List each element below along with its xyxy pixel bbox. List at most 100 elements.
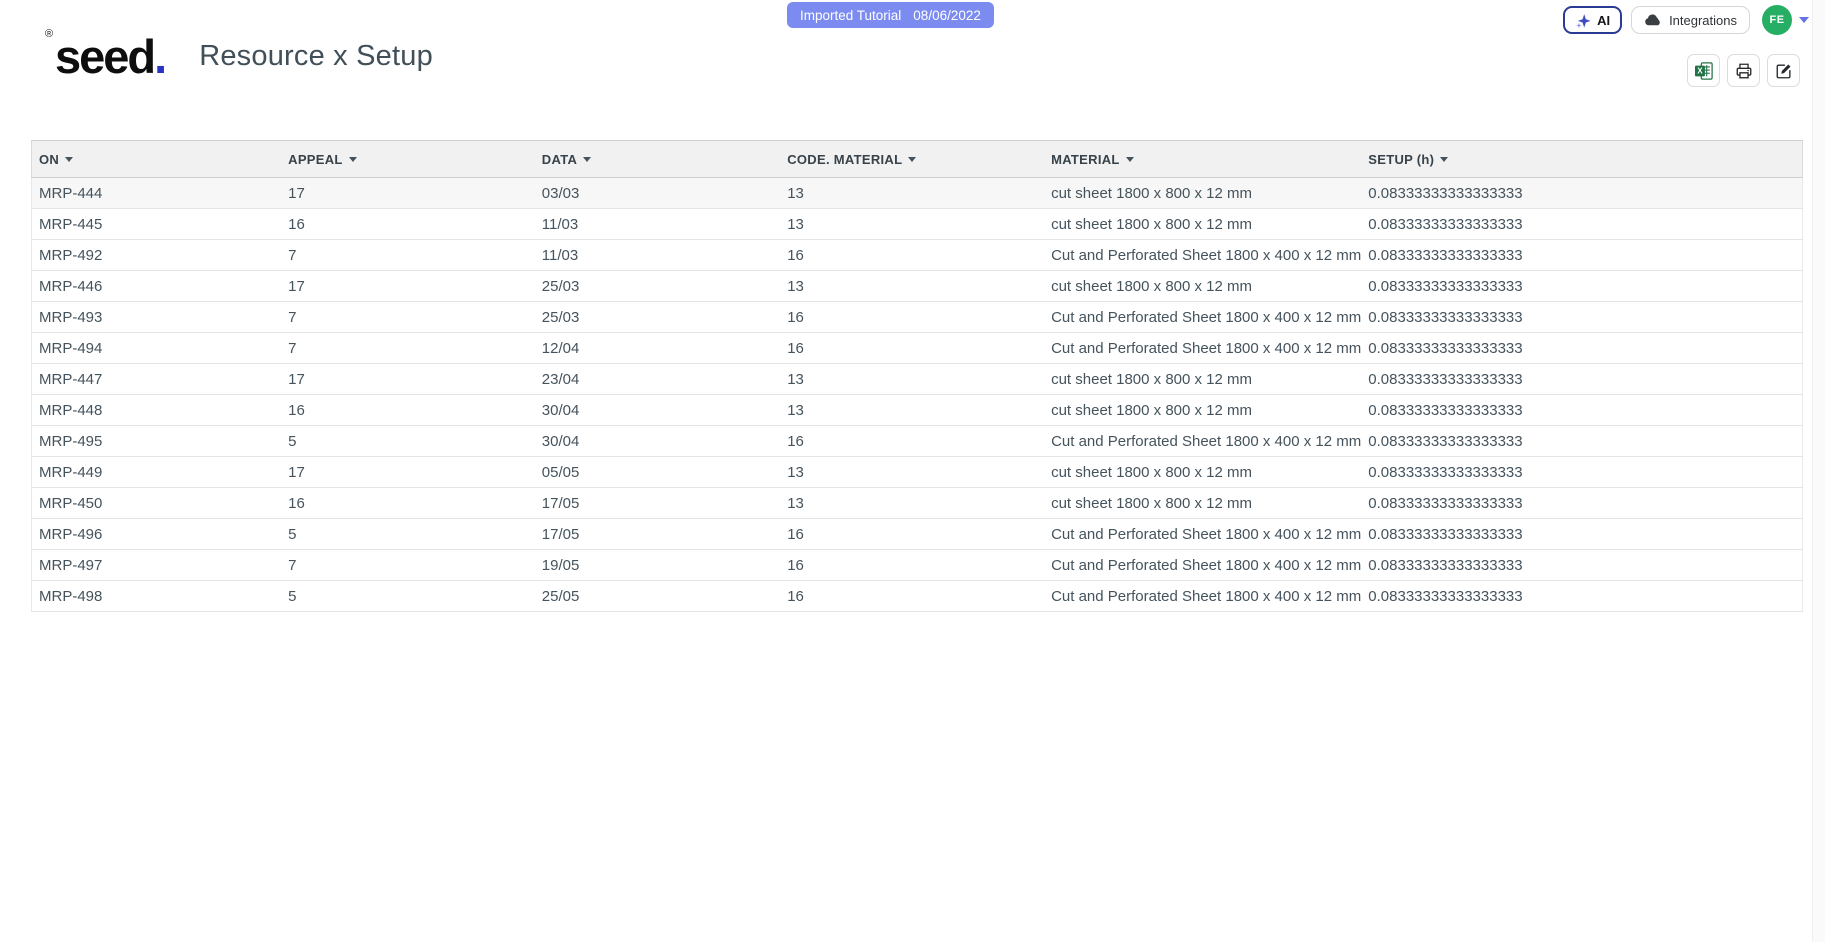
table-row[interactable]: MRP-498525/0516Cut and Perforated Sheet … [32,581,1803,612]
cell-material: cut sheet 1800 x 800 x 12 mm [1044,364,1361,395]
cell-on: MRP-445 [32,209,282,240]
cell-setup_h: 0.08333333333333333 [1361,395,1802,426]
cell-on: MRP-447 [32,364,282,395]
cell-data: 30/04 [535,426,780,457]
cell-appeal: 17 [281,178,535,209]
table-row[interactable]: MRP-4481630/0413cut sheet 1800 x 800 x 1… [32,395,1803,426]
cell-on: MRP-444 [32,178,282,209]
export-excel-button[interactable]: X [1687,54,1720,87]
sort-caret-icon [583,157,591,162]
table-row[interactable]: MRP-4491705/0513cut sheet 1800 x 800 x 1… [32,457,1803,488]
column-header-code-material[interactable]: CODE. MATERIAL [780,141,1044,178]
column-label: APPEAL [288,152,343,167]
cell-data: 19/05 [535,550,780,581]
cell-setup_h: 0.08333333333333333 [1361,581,1802,612]
cell-data: 12/04 [535,333,780,364]
sort-caret-icon [349,157,357,162]
column-header-on[interactable]: ON [32,141,282,178]
cell-appeal: 5 [281,519,535,550]
column-header-setup-h[interactable]: SETUP (h) [1361,141,1802,178]
cell-code_material: 16 [780,240,1044,271]
scrollbar-track[interactable] [1812,0,1825,942]
cell-appeal: 7 [281,550,535,581]
column-label: CODE. MATERIAL [787,152,902,167]
cell-appeal: 16 [281,395,535,426]
cell-on: MRP-450 [32,488,282,519]
table-row[interactable]: MRP-493725/0316Cut and Perforated Sheet … [32,302,1803,333]
cell-on: MRP-446 [32,271,282,302]
cell-appeal: 17 [281,457,535,488]
cell-setup_h: 0.08333333333333333 [1361,364,1802,395]
cloud-icon [1644,13,1662,27]
print-button[interactable] [1727,54,1760,87]
cell-material: cut sheet 1800 x 800 x 12 mm [1044,488,1361,519]
cell-data: 25/05 [535,581,780,612]
cell-appeal: 17 [281,271,535,302]
cell-code_material: 13 [780,457,1044,488]
table-row[interactable]: MRP-497719/0516Cut and Perforated Sheet … [32,550,1803,581]
cell-setup_h: 0.08333333333333333 [1361,457,1802,488]
cell-code_material: 16 [780,581,1044,612]
cell-material: cut sheet 1800 x 800 x 12 mm [1044,178,1361,209]
edit-button[interactable] [1767,54,1800,87]
column-label: SETUP (h) [1368,152,1434,167]
cell-setup_h: 0.08333333333333333 [1361,209,1802,240]
cell-on: MRP-495 [32,426,282,457]
cell-setup_h: 0.08333333333333333 [1361,240,1802,271]
cell-data: 30/04 [535,395,780,426]
column-label: MATERIAL [1051,152,1120,167]
user-menu[interactable]: FE [1762,5,1809,35]
cell-data: 23/04 [535,364,780,395]
cell-data: 11/03 [535,240,780,271]
column-header-material[interactable]: MATERIAL [1044,141,1361,178]
table-row[interactable]: MRP-4471723/0413cut sheet 1800 x 800 x 1… [32,364,1803,395]
cell-on: MRP-493 [32,302,282,333]
column-header-appeal[interactable]: APPEAL [281,141,535,178]
table-row[interactable]: MRP-4451611/0313cut sheet 1800 x 800 x 1… [32,209,1803,240]
cell-code_material: 13 [780,395,1044,426]
ai-button[interactable]: AI [1563,6,1622,34]
sort-caret-icon [1126,157,1134,162]
column-label: DATA [542,152,577,167]
cell-material: cut sheet 1800 x 800 x 12 mm [1044,271,1361,302]
cell-appeal: 16 [281,488,535,519]
column-header-data[interactable]: DATA [535,141,780,178]
toolbar: X [1687,54,1800,87]
table-row[interactable]: MRP-4501617/0513cut sheet 1800 x 800 x 1… [32,488,1803,519]
cell-appeal: 16 [281,209,535,240]
integrations-button[interactable]: Integrations [1631,6,1750,34]
chevron-down-icon[interactable] [1799,17,1809,23]
table-row[interactable]: MRP-494712/0416Cut and Perforated Sheet … [32,333,1803,364]
seed-logo: ®seed. [45,33,165,80]
cell-code_material: 13 [780,488,1044,519]
table-row[interactable]: MRP-492711/0316Cut and Perforated Sheet … [32,240,1803,271]
sort-caret-icon [1440,157,1448,162]
cell-on: MRP-449 [32,457,282,488]
cell-appeal: 5 [281,581,535,612]
integrations-button-label: Integrations [1669,13,1737,28]
top-controls: AI Integrations FE [1563,5,1809,35]
table-body: MRP-4441703/0313cut sheet 1800 x 800 x 1… [32,178,1803,612]
cell-appeal: 17 [281,364,535,395]
cell-setup_h: 0.08333333333333333 [1361,426,1802,457]
print-icon [1735,62,1753,80]
logo-dot: . [154,30,165,83]
cell-setup_h: 0.08333333333333333 [1361,178,1802,209]
table-row[interactable]: MRP-4441703/0313cut sheet 1800 x 800 x 1… [32,178,1803,209]
cell-code_material: 13 [780,364,1044,395]
cell-on: MRP-494 [32,333,282,364]
cell-material: cut sheet 1800 x 800 x 12 mm [1044,457,1361,488]
table-row[interactable]: MRP-495530/0416Cut and Perforated Sheet … [32,426,1803,457]
svg-text:X: X [1697,66,1703,75]
cell-code_material: 16 [780,550,1044,581]
excel-icon: X [1695,62,1713,80]
sparkle-icon [1575,12,1592,29]
cell-on: MRP-498 [32,581,282,612]
cell-code_material: 13 [780,178,1044,209]
cell-material: Cut and Perforated Sheet 1800 x 400 x 12… [1044,519,1361,550]
column-label: ON [39,152,59,167]
avatar[interactable]: FE [1762,5,1792,35]
table-row[interactable]: MRP-4461725/0313cut sheet 1800 x 800 x 1… [32,271,1803,302]
edit-icon [1775,62,1793,80]
table-row[interactable]: MRP-496517/0516Cut and Perforated Sheet … [32,519,1803,550]
